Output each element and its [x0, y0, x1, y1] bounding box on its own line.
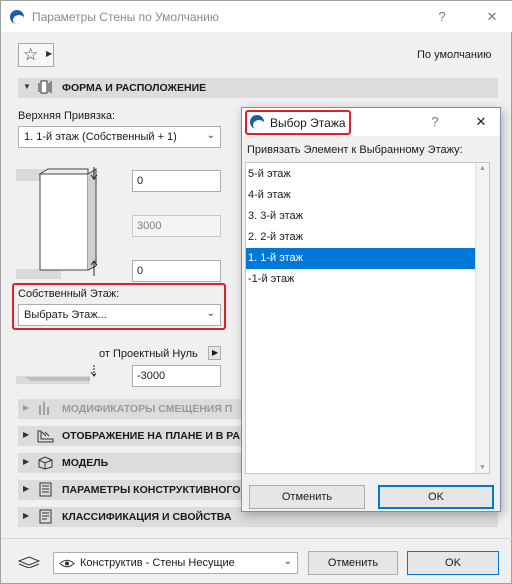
top-link-dropdown[interactable]: 1. 1-й этаж (Собственный + 1) ⌄: [18, 126, 221, 148]
story-item[interactable]: -1-й этаж: [246, 269, 485, 290]
top-offset-value: 0: [137, 175, 144, 187]
top-offset-input[interactable]: 0: [132, 170, 221, 192]
section-label: МОДЕЛЬ: [62, 457, 109, 469]
base-elevation-icon: [16, 365, 96, 384]
story-list-scrollbar[interactable]: ▲ ▼: [475, 163, 489, 473]
wall-height-input[interactable]: 3000: [132, 215, 221, 237]
star-icon: ☆: [23, 45, 39, 64]
section-shape-location[interactable]: ▼ ФОРМА И РАСПОЛОЖЕНИЕ: [18, 78, 498, 98]
title-bar: Параметры Стены по Умолчанию ? ✕: [1, 1, 512, 32]
archicad-logo-icon: [10, 10, 24, 24]
section-label: ФОРМА И РАСПОЛОЖЕНИЕ: [62, 82, 207, 94]
home-story-label: Собственный Этаж:: [18, 288, 120, 300]
footer-divider: [1, 538, 512, 539]
dialog-cancel-button[interactable]: Отменить: [249, 485, 365, 509]
chevron-down-icon: ⌄: [206, 130, 215, 141]
window-title: Параметры Стены по Умолчанию: [32, 10, 219, 24]
3d-model-icon: [38, 456, 53, 470]
chevron-right-icon: ▶: [212, 348, 219, 357]
dialog-ok-button[interactable]: OK: [378, 485, 494, 509]
chevron-down-icon: ▼: [23, 82, 31, 91]
wall-height-value: 3000: [137, 220, 162, 232]
dialog-title: Выбор Этажа: [270, 116, 346, 130]
top-link-value: 1. 1-й этаж (Собственный + 1): [24, 131, 177, 143]
chevron-right-icon: ▶: [23, 457, 30, 466]
story-item[interactable]: 3. 3-й этаж: [246, 206, 485, 227]
favorites-button[interactable]: ☆ ▶: [18, 43, 54, 67]
dialog-help-button[interactable]: ?: [425, 112, 445, 132]
base-elevation-value: -3000: [137, 370, 166, 382]
section-label: КЛАССИФИКАЦИЯ И СВОЙСТВА: [62, 511, 232, 523]
structural-icon: [39, 482, 52, 497]
close-button[interactable]: ✕: [482, 7, 502, 27]
chevron-right-icon: ▶: [23, 511, 30, 520]
base-elevation-input[interactable]: -3000: [132, 365, 221, 387]
wall-geometry-icon: [38, 80, 52, 94]
eye-icon: [59, 559, 75, 568]
archicad-logo-icon: [250, 115, 264, 129]
top-link-label: Верхняя Привязка:: [18, 110, 116, 122]
bottom-offset-input[interactable]: 0: [132, 260, 221, 282]
chevron-down-icon: ⌄: [283, 556, 292, 567]
layers-icon: [18, 556, 40, 568]
chevron-right-icon: ▶: [23, 403, 30, 412]
floor-plan-icon: [37, 430, 54, 443]
home-story-value: Выбрать Этаж...: [24, 309, 107, 321]
story-item[interactable]: 5-й этаж: [246, 164, 485, 185]
elevation-reference-label: от Проектный Нуль: [99, 348, 198, 360]
dialog-prompt: Привязать Элемент к Выбранному Этажу:: [247, 144, 463, 156]
story-item-selected[interactable]: 1. 1-й этаж: [246, 248, 485, 269]
wall-height-diagram-icon: [16, 167, 98, 279]
chevron-right-icon: ▶: [46, 49, 53, 58]
chevron-right-icon: ▶: [23, 430, 30, 439]
help-button[interactable]: ?: [432, 7, 452, 27]
bottom-offset-value: 0: [137, 265, 144, 277]
scroll-down-icon[interactable]: ▼: [479, 464, 486, 471]
elevation-reference-button[interactable]: ▶: [208, 346, 221, 360]
dialog-title-bar: Выбор Этажа ? ✕: [242, 108, 500, 136]
cancel-button[interactable]: Отменить: [308, 551, 398, 575]
default-label: По умолчанию: [417, 49, 492, 61]
chevron-down-icon: ⌄: [206, 308, 215, 319]
layer-value: Конструктив - Стены Несущие: [80, 557, 235, 569]
dialog-close-button[interactable]: ✕: [471, 112, 491, 132]
floor-selection-dialog: Выбор Этажа ? ✕ Привязать Элемент к Выбр…: [241, 107, 501, 512]
scroll-up-icon[interactable]: ▲: [479, 165, 486, 172]
story-item[interactable]: 2. 2-й этаж: [246, 227, 485, 248]
ok-button[interactable]: OK: [407, 551, 499, 575]
classification-icon: [39, 509, 52, 524]
offset-modifier-icon: [39, 402, 49, 415]
section-label: ПАРАМЕТРЫ КОНСТРУКТИВНОГО: [62, 484, 241, 496]
layer-dropdown[interactable]: Конструктив - Стены Несущие ⌄: [53, 552, 298, 574]
section-label: МОДИФИКАТОРЫ СМЕЩЕНИЯ П: [62, 403, 233, 415]
story-list[interactable]: 5-й этаж 4-й этаж 3. 3-й этаж 2. 2-й эта…: [245, 162, 490, 474]
section-label: ОТОБРАЖЕНИЕ НА ПЛАНЕ И В РА: [62, 430, 240, 442]
home-story-dropdown[interactable]: Выбрать Этаж... ⌄: [18, 304, 221, 326]
story-item[interactable]: 4-й этаж: [246, 185, 485, 206]
chevron-right-icon: ▶: [23, 484, 30, 493]
